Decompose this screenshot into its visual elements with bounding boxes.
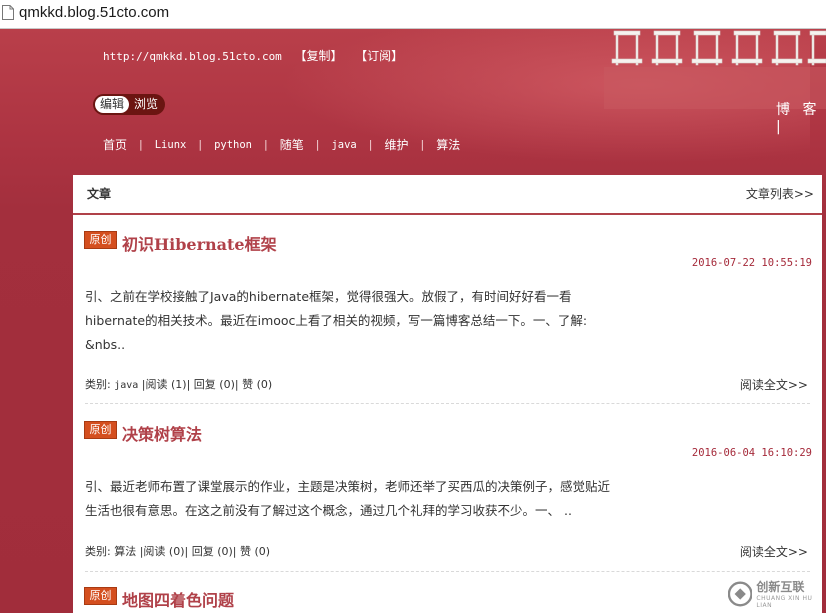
replies-count[interactable]: 回复 (0)	[192, 545, 233, 558]
likes-count[interactable]: 赞 (0)	[242, 378, 272, 391]
nav-item-home[interactable]: 首页	[103, 136, 127, 153]
article-summary: 引、之前在学校接触了Java的hibernate框架，觉得很强大。放假了，有时间…	[85, 289, 588, 352]
article-divider	[85, 403, 810, 404]
address-bar[interactable]: qmkkd.blog.51cto.com	[0, 0, 826, 29]
nav-item-maintenance[interactable]: 维护	[384, 136, 408, 153]
article-title[interactable]: 初识Hibernate框架	[122, 231, 277, 255]
article-meta: 类别: java |阅读 (1)| 回复 (0)| 赞 (0)	[85, 378, 273, 391]
nav-item-essays[interactable]: 随笔	[280, 136, 304, 153]
main-nav: 首页 | Liunx | python | 随笔 | java | 维护 | 算…	[103, 136, 460, 153]
nav-separator: |	[264, 138, 268, 151]
watermark-sub: CHUANG XIN HU LIAN	[756, 595, 813, 609]
article-date: 2016-06-04 16:10:29	[691, 447, 812, 459]
toggle-browse[interactable]: 浏览	[129, 96, 163, 113]
nav-separator: |	[139, 138, 143, 151]
original-tag: 原创	[84, 421, 117, 439]
category-link[interactable]: 算法	[114, 545, 136, 558]
article-date: 2016-07-22 10:55:19	[691, 257, 812, 269]
article-list-link[interactable]: 文章列表>>	[746, 185, 814, 202]
replies-count[interactable]: 回复 (0)	[194, 378, 235, 391]
original-tag: 原创	[84, 231, 117, 249]
nav-separator: |	[420, 138, 425, 151]
page-icon	[2, 5, 14, 20]
read-more-link[interactable]: 阅读全文>>	[740, 543, 808, 560]
article-meta: 类别: 算法 |阅读 (0)| 回复 (0)| 赞 (0)	[85, 545, 271, 558]
article-title[interactable]: 决策树算法	[122, 421, 202, 445]
reads-count[interactable]: 阅读 (1)	[146, 378, 187, 391]
watermark-logo-icon	[728, 581, 753, 606]
blog-url: http://qmkkd.blog.51cto.com	[103, 50, 282, 63]
copy-link[interactable]: 【复制】	[294, 49, 342, 63]
likes-count[interactable]: 赞 (0)	[240, 545, 270, 558]
panel-header: 文章 文章列表>>	[73, 175, 822, 215]
toggle-edit[interactable]: 编辑	[95, 96, 130, 113]
subscribe-link[interactable]: 【订阅】	[355, 49, 403, 63]
reads-count[interactable]: 阅读 (0)	[143, 545, 184, 558]
articles-panel: 文章 文章列表>> 原创 初识Hibernate框架 2016-07-22 10…	[73, 175, 822, 613]
read-more-link[interactable]: 阅读全文>>	[740, 376, 808, 393]
original-tag: 原创	[84, 587, 117, 605]
blog-url-line: http://qmkkd.blog.51cto.com 【复制】 【订阅】	[103, 47, 403, 64]
watermark: 创新互联 CHUANG XIN HU LIAN	[728, 574, 826, 613]
panel-title: 文章	[87, 187, 112, 201]
nav-separator: |	[368, 138, 373, 151]
nav-item-algorithms[interactable]: 算法	[436, 136, 460, 153]
nav-separator: |	[198, 138, 203, 151]
watermark-name: 创新互联	[756, 580, 805, 594]
nav-separator: |	[315, 138, 320, 151]
url-text[interactable]: qmkkd.blog.51cto.com	[19, 4, 169, 21]
chairs-decoration	[604, 30, 826, 109]
nav-item-java[interactable]: java	[331, 139, 356, 151]
edit-browse-toggle[interactable]: 编辑 浏览	[93, 94, 166, 115]
article-divider	[85, 571, 810, 572]
blog-label[interactable]: 博 客 |	[776, 99, 826, 135]
article-summary: 引、最近老师布置了课堂展示的作业，主题是决策树，老师还举了买西瓜的决策例子，感觉…	[85, 479, 611, 518]
category-link[interactable]: java	[114, 380, 138, 391]
article-title[interactable]: 地图四着色问题	[122, 587, 234, 611]
nav-item-python[interactable]: python	[214, 139, 252, 151]
nav-item-linux[interactable]: Liunx	[155, 139, 187, 151]
